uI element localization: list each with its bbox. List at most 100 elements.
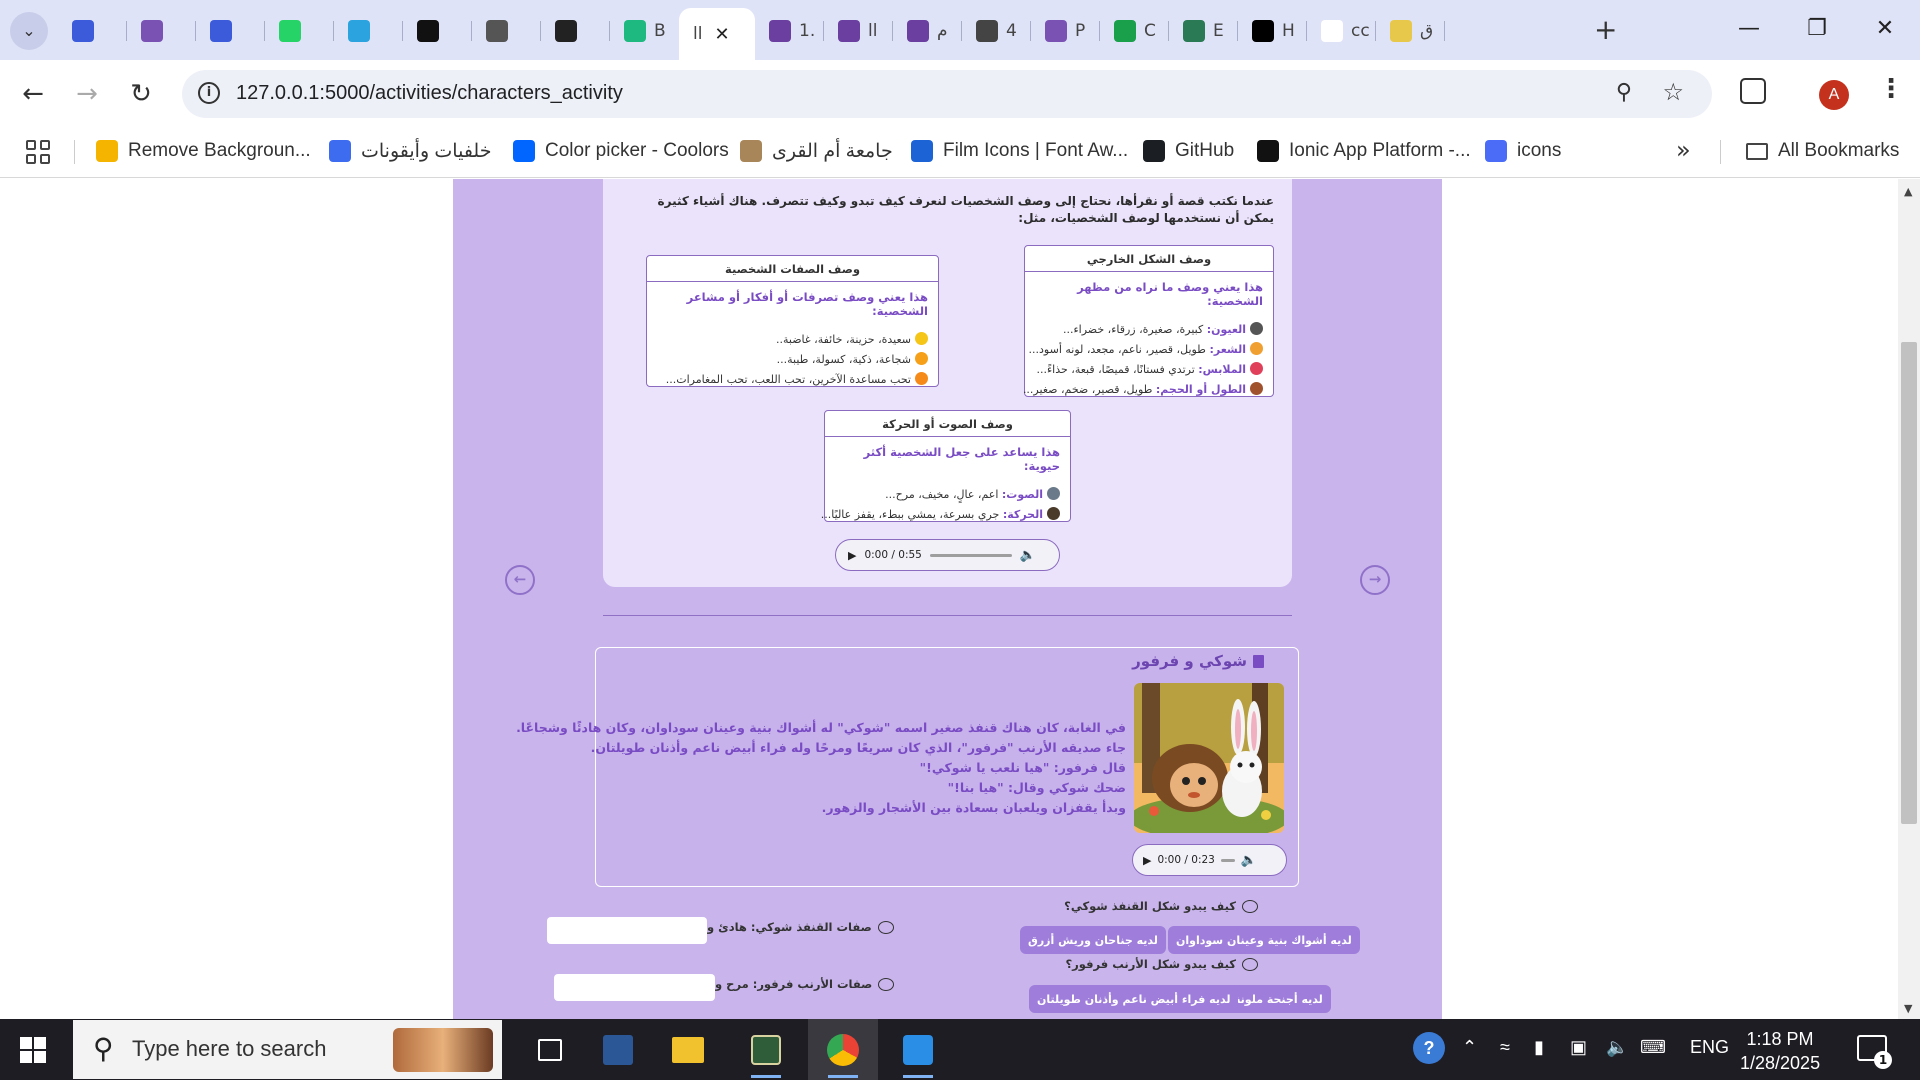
notebook-icon xyxy=(1183,20,1205,42)
all-bookmarks-label: All Bookmarks xyxy=(1778,140,1900,161)
clock[interactable]: 1:18 PM 1/28/2025 xyxy=(1740,1027,1820,1075)
tab[interactable]: E xyxy=(1169,8,1238,54)
bookmark-item[interactable]: خلفيات وأيقونات xyxy=(329,136,491,166)
taskbar-search-box[interactable]: ⚲ Type here to search xyxy=(73,1020,502,1079)
bookmarks-overflow-icon[interactable]: » xyxy=(1676,136,1691,164)
story-audio-player[interactable]: ▶ 0:00 / 0:23 🔈 xyxy=(1132,844,1287,876)
trait-input-farfour[interactable] xyxy=(554,974,715,1001)
trait-label: صفات الأرنب فرفور: مرح و xyxy=(715,977,895,991)
scroll-down-arrow-icon[interactable]: ▼ xyxy=(1904,1002,1912,1015)
tab[interactable] xyxy=(334,8,403,54)
bookmark-item[interactable]: Film Icons | Font Aw... xyxy=(911,136,1128,166)
bootstrap-icon xyxy=(141,20,163,42)
reload-button[interactable]: ↻ xyxy=(124,77,158,111)
tab[interactable] xyxy=(127,8,196,54)
battery-icon[interactable]: ▮ xyxy=(1534,1037,1544,1058)
site-info-icon[interactable]: i xyxy=(198,82,220,104)
bookmark-item[interactable]: GitHub xyxy=(1143,136,1234,166)
restore-button[interactable]: ❐ xyxy=(1802,14,1832,44)
answer-option[interactable]: لديه فراء أبيض ناعم وأذنان طويلتان xyxy=(1029,985,1239,1013)
story-title: شوكي و فرفور xyxy=(1132,652,1247,670)
trait-input-shoky[interactable] xyxy=(547,917,707,944)
apps-grid-icon[interactable] xyxy=(26,140,50,164)
language-indicator[interactable]: ENG xyxy=(1690,1037,1729,1058)
bookmark-item[interactable]: Color picker - Coolors xyxy=(513,136,729,166)
wifi-icon[interactable]: ≈ xyxy=(1500,1037,1510,1058)
tab[interactable]: ق xyxy=(1376,8,1445,54)
url-text[interactable]: 127.0.0.1:5000/activities/characters_act… xyxy=(236,82,623,105)
answer-option[interactable]: لديه أجنحة ملونة xyxy=(1226,985,1331,1013)
tab[interactable]: H xyxy=(1238,8,1307,54)
taskbar-app[interactable] xyxy=(653,1019,723,1080)
story-text: في الغابة، كان هناك قنفذ صغير اسمه "شوكي… xyxy=(516,718,1126,818)
back-button[interactable]: ← xyxy=(16,77,50,111)
help-icon[interactable]: ? xyxy=(1413,1032,1445,1064)
audio-progress[interactable] xyxy=(929,553,1012,557)
bookmark-label: GitHub xyxy=(1175,140,1235,161)
tab-search-button[interactable]: ⌄ xyxy=(10,12,48,50)
taskbar-app[interactable] xyxy=(515,1019,585,1080)
volume-icon[interactable]: 🔈 xyxy=(1020,548,1036,563)
tab[interactable]: م xyxy=(893,8,962,54)
speaker-icon[interactable]: 🔈 xyxy=(1606,1037,1628,1058)
scroll-up-arrow-icon[interactable]: ▲ xyxy=(1904,185,1912,198)
sync-icon[interactable]: ▣ xyxy=(1570,1037,1587,1058)
taskbar-app[interactable] xyxy=(583,1019,653,1080)
bookmark-item[interactable]: Remove Backgroun... xyxy=(96,136,311,166)
tab-close-icon[interactable]: ✕ xyxy=(714,24,729,45)
lesson-audio-player[interactable]: ▶ 0:00 / 0:55 🔈 xyxy=(835,539,1060,571)
bookmark-item[interactable]: Ionic App Platform -... xyxy=(1257,136,1471,166)
answer-option[interactable]: لديه أشواك بنية وعينان سوداوان xyxy=(1168,926,1360,954)
book-icon xyxy=(1253,654,1264,668)
story-illustration xyxy=(1134,683,1284,833)
tab[interactable]: B xyxy=(610,8,679,54)
tab[interactable]: 1. xyxy=(755,8,824,54)
windows-start-icon[interactable] xyxy=(20,1037,46,1063)
taskbar-app[interactable] xyxy=(731,1019,801,1080)
tab[interactable]: اا xyxy=(824,8,893,54)
volume-icon[interactable]: 🔈 xyxy=(1241,853,1257,868)
profile-avatar[interactable]: A xyxy=(1819,80,1849,110)
tab[interactable]: 4 xyxy=(962,8,1031,54)
tab[interactable] xyxy=(196,8,265,54)
tab[interactable]: cc xyxy=(1307,8,1376,54)
minimize-button[interactable]: — xyxy=(1734,14,1764,44)
prev-arrow-button[interactable]: ← xyxy=(505,565,535,595)
vscode-icon xyxy=(903,1034,933,1065)
close-window-button[interactable]: ✕ xyxy=(1870,14,1900,44)
page-scrollbar[interactable]: ▲ ▼ xyxy=(1898,179,1920,1019)
cool-emoji-icon xyxy=(915,352,928,365)
address-bar[interactable]: i 127.0.0.1:5000/activities/characters_a… xyxy=(182,70,1712,118)
taskbar-app[interactable] xyxy=(883,1019,953,1080)
coolors-icon xyxy=(513,140,535,162)
tab[interactable] xyxy=(58,8,127,54)
scrollbar-thumb[interactable] xyxy=(1901,342,1917,824)
tab[interactable] xyxy=(265,8,334,54)
description-item: شجاعة، ذكية، كسولة، طيبة... xyxy=(657,350,928,370)
tab[interactable]: P xyxy=(1031,8,1100,54)
play-icon[interactable]: ▶ xyxy=(848,549,856,562)
all-bookmarks-button[interactable]: All Bookmarks xyxy=(1746,136,1899,166)
bookmark-item[interactable]: جامعة أم القرى xyxy=(740,136,893,166)
keyboard-icon[interactable]: ⌨ xyxy=(1640,1037,1666,1058)
story-audio-progress[interactable] xyxy=(1220,858,1235,862)
new-tab-button[interactable]: + xyxy=(1594,14,1617,46)
tab[interactable] xyxy=(472,8,541,54)
bookmark-item[interactable]: icons xyxy=(1485,136,1561,166)
tab[interactable]: C xyxy=(1100,8,1169,54)
kebab-menu-icon[interactable]: ⋮ xyxy=(1878,74,1904,104)
uqu-icon xyxy=(740,140,762,162)
zoom-icon[interactable]: ⚲ xyxy=(1616,80,1632,105)
tab-active[interactable]: اا ✕ xyxy=(679,8,755,60)
next-arrow-button[interactable]: → xyxy=(1360,565,1390,595)
taskbar-app[interactable] xyxy=(808,1019,878,1080)
play-icon[interactable]: ▶ xyxy=(1143,854,1151,867)
forward-button[interactable]: → xyxy=(70,77,104,111)
description-key: الحركة: xyxy=(1002,508,1043,521)
tray-expand-icon[interactable]: ⌃ xyxy=(1462,1037,1477,1058)
extensions-icon[interactable] xyxy=(1740,78,1766,104)
tab[interactable] xyxy=(403,8,472,54)
answer-option[interactable]: لديه جناحان وريش أزرق xyxy=(1020,926,1166,954)
bookmark-star-icon[interactable]: ☆ xyxy=(1662,78,1684,106)
tab[interactable] xyxy=(541,8,610,54)
